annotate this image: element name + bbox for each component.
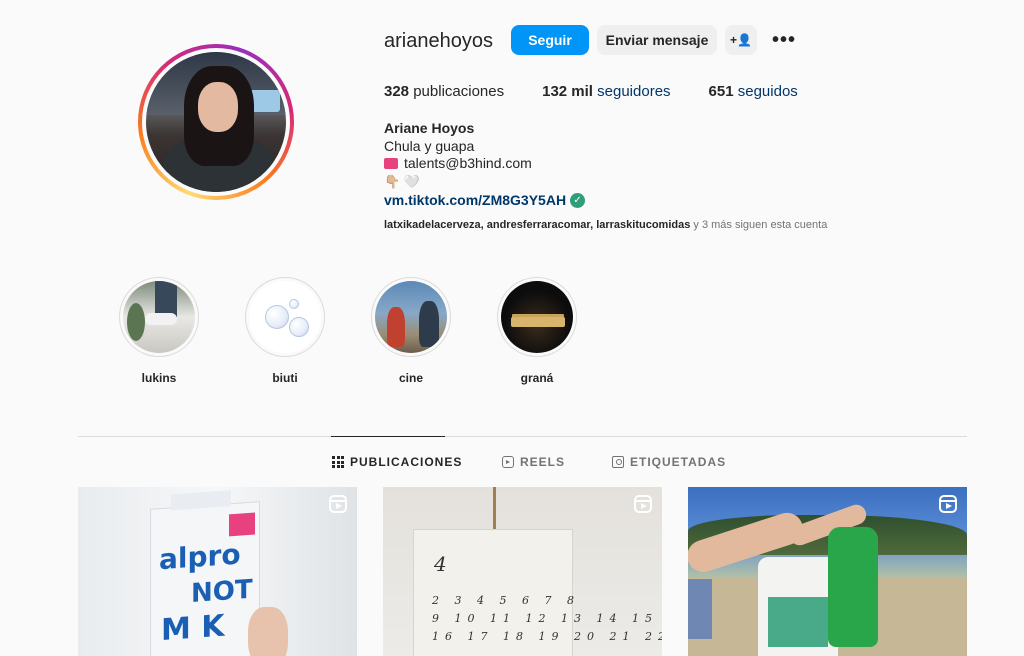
highlight-biuti[interactable]: biuti xyxy=(245,277,325,385)
more-options-button[interactable]: ••• xyxy=(768,25,800,55)
tagged-icon xyxy=(612,456,624,468)
bubble-icon xyxy=(265,305,289,329)
tote-bag xyxy=(758,557,838,656)
grid-icon xyxy=(332,456,344,468)
highlight-cover xyxy=(501,281,573,353)
reel-icon xyxy=(329,495,347,513)
suggest-similar-button[interactable]: +👤 xyxy=(725,25,757,55)
love-letter-icon xyxy=(384,158,398,169)
active-tab-indicator xyxy=(331,436,445,437)
highlight-lukins[interactable]: lukins xyxy=(119,277,199,385)
bio-email-line: talents@b3hind.com xyxy=(384,155,585,173)
avatar-photo xyxy=(146,52,286,192)
highlight-cover xyxy=(249,281,321,353)
reel-icon xyxy=(939,495,957,513)
highlight-label: biuti xyxy=(272,371,298,385)
green-bag xyxy=(828,527,878,647)
send-message-button[interactable]: Enviar mensaje xyxy=(597,25,717,55)
milk-carton: alpro NOT M K xyxy=(150,490,260,656)
bio-line: Chula y guapa xyxy=(384,137,475,154)
bubble-icon xyxy=(289,317,309,337)
tabs-divider xyxy=(78,436,967,437)
followers-count[interactable]: 132 mil seguidores xyxy=(542,83,670,100)
add-person-icon: +👤 xyxy=(730,33,752,47)
profile-page: arianehoyos Seguir Enviar mensaje +👤 •••… xyxy=(0,0,1024,656)
post-tile[interactable] xyxy=(688,487,967,656)
highlight-cover xyxy=(123,281,195,353)
following-count[interactable]: 651 seguidos xyxy=(709,83,798,100)
highlight-label: lukins xyxy=(141,371,177,385)
tab-publicaciones[interactable]: PUBLICACIONES xyxy=(332,455,462,469)
highlight-cover xyxy=(375,281,447,353)
highlight-cine[interactable]: cine xyxy=(371,277,451,385)
bubble-icon xyxy=(289,299,299,309)
highlight-label: cine xyxy=(398,371,423,385)
highlight-grana[interactable]: graná xyxy=(497,277,577,385)
followed-by[interactable]: latxikadelacerveza, andresferraracomar, … xyxy=(384,219,827,231)
follow-button[interactable]: Seguir xyxy=(511,25,589,55)
profile-username: arianehoyos xyxy=(384,30,493,52)
profile-stats: 328 publicaciones 132 mil seguidores 651… xyxy=(384,83,836,100)
tab-reels[interactable]: REELS xyxy=(502,455,565,469)
verified-check-icon: ✓ xyxy=(570,193,586,209)
reels-icon xyxy=(502,456,514,468)
profile-full-name: Ariane Hoyos xyxy=(384,120,475,136)
highlight-label: graná xyxy=(520,371,554,385)
profile-avatar[interactable] xyxy=(138,44,294,200)
calendar-image: 4 2 3 4 5 6 7 8 9 10 11 12 13 14 15 16 1… xyxy=(413,529,662,656)
post-tile[interactable]: alpro NOT M K xyxy=(78,487,357,656)
profile-bio: Ariane Hoyos Chula y guapa talents@b3hin… xyxy=(384,120,586,210)
tab-etiquetadas[interactable]: ETIQUETADAS xyxy=(612,455,726,469)
more-icon: ••• xyxy=(771,28,796,51)
reel-icon xyxy=(634,495,652,513)
posts-count: 328 publicaciones xyxy=(384,83,505,100)
post-tile[interactable]: 4 2 3 4 5 6 7 8 9 10 11 12 13 14 15 16 1… xyxy=(383,487,662,656)
bio-emoji-line: 👇🏼 🤍 xyxy=(384,173,420,189)
bio-link[interactable]: vm.tiktok.com/ZM8G3Y5AH ✓ xyxy=(384,192,586,210)
